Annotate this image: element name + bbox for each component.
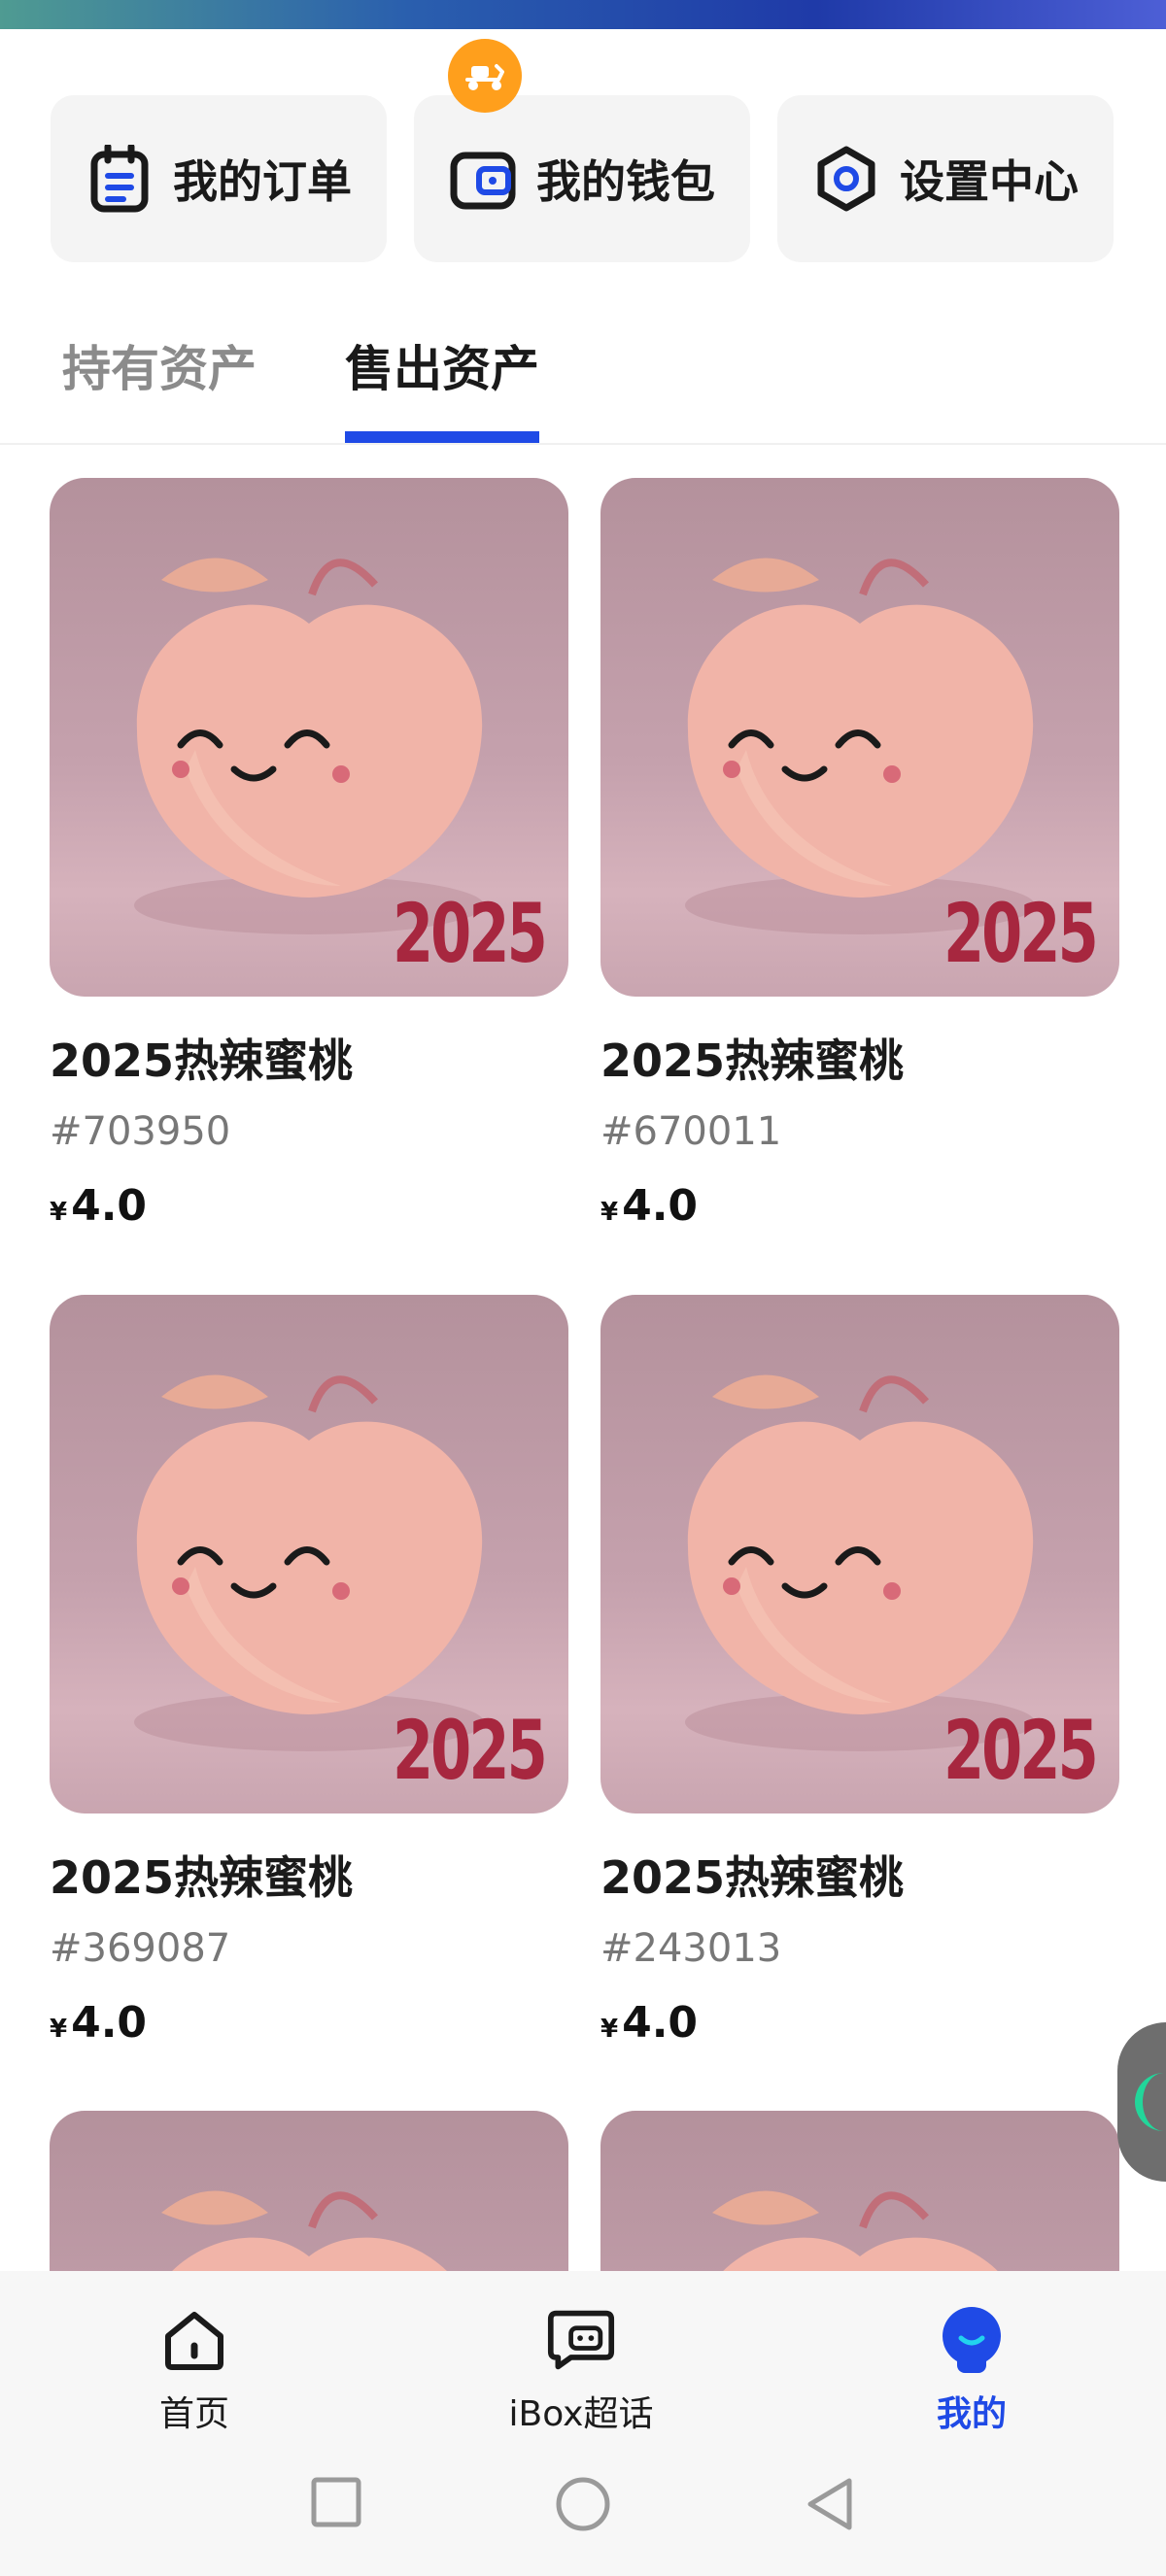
nav-label-ibox: iBox超话 [508,2394,654,2434]
asset-image-year: 2025 [943,886,1099,981]
my-orders-button[interactable]: 我的订单 [51,95,387,262]
asset-price: ¥4.0 [50,1181,568,1231]
asset-name: 2025热辣蜜桃 [50,1034,354,1087]
nav-item-ibox[interactable]: iBox超话 [474,2306,688,2436]
currency-symbol: ¥ [600,1198,619,1227]
asset-serial: #369087 [50,1926,231,1971]
asset-name: 2025热辣蜜桃 [600,1851,905,1904]
floating-assistant-button[interactable] [1117,2022,1166,2182]
asset-image: 2025 [50,478,568,997]
nav-item-me[interactable]: 我的 [865,2306,1079,2436]
settings-icon [812,145,880,213]
square-icon [311,2477,361,2527]
tab-held-assets[interactable]: 持有资产 [62,330,257,400]
scooter-badge[interactable] [448,39,522,113]
asset-name: 2025热辣蜜桃 [600,1034,905,1087]
asset-price: ¥4.0 [600,1998,1119,2048]
price-amount: 4.0 [71,1181,148,1231]
currency-symbol: ¥ [50,1198,68,1227]
my-wallet-button[interactable]: 我的钱包 [414,95,750,262]
asset-serial: #243013 [600,1926,782,1971]
wallet-icon [449,145,517,213]
asset-card[interactable]: 2025 2025热辣蜜桃 #703950 ¥4.0 [50,478,568,1231]
back-system-button[interactable] [803,2475,857,2537]
asset-image-year: 2025 [393,886,548,981]
asset-card[interactable]: 2025 2025热辣蜜桃 #369087 ¥4.0 [50,1295,568,2048]
active-tab-indicator [345,431,539,443]
asset-name: 2025热辣蜜桃 [50,1851,354,1904]
asset-price: ¥4.0 [50,1998,568,2048]
asset-serial: #703950 [50,1109,231,1154]
back-triangle-icon [807,2478,852,2530]
asset-serial: #670011 [600,1109,782,1154]
asset-price: ¥4.0 [600,1181,1119,1231]
scooter-icon [465,64,504,90]
nav-label-home: 首页 [158,2394,229,2434]
asset-image-year: 2025 [393,1703,548,1798]
asset-card[interactable]: 2025 2025热辣蜜桃 #243013 ¥4.0 [600,1295,1119,2048]
recent-apps-button[interactable] [309,2475,363,2533]
price-amount: 4.0 [71,1998,148,2048]
my-wallet-label: 我的钱包 [536,155,715,208]
tab-sold-assets[interactable]: 售出资产 [345,330,539,400]
chat-icon [547,2306,615,2374]
asset-card[interactable]: 2025 2025热辣蜜桃 #670011 ¥4.0 [600,478,1119,1231]
currency-symbol: ¥ [600,2015,619,2044]
circle-icon [556,2477,610,2531]
settings-center-label: 设置中心 [900,155,1079,208]
home-icon [160,2306,228,2374]
asset-image: 2025 [600,1295,1119,1813]
price-amount: 4.0 [622,1181,699,1231]
price-amount: 4.0 [622,1998,699,2048]
nav-label-me: 我的 [936,2394,1007,2434]
order-icon [86,145,154,213]
asset-image: 2025 [600,478,1119,997]
system-navigation-bar [0,2475,1166,2549]
settings-center-button[interactable]: 设置中心 [777,95,1114,262]
nav-item-home[interactable]: 首页 [87,2306,301,2436]
currency-symbol: ¥ [50,2015,68,2044]
profile-icon [938,2306,1006,2374]
my-orders-label: 我的订单 [173,155,352,208]
status-bar-gradient [0,0,1166,29]
asset-image: 2025 [50,1295,568,1813]
asset-image-year: 2025 [943,1703,1099,1798]
home-system-button[interactable] [554,2475,612,2537]
assistant-icon [1135,2073,1166,2131]
tab-divider [0,443,1166,445]
